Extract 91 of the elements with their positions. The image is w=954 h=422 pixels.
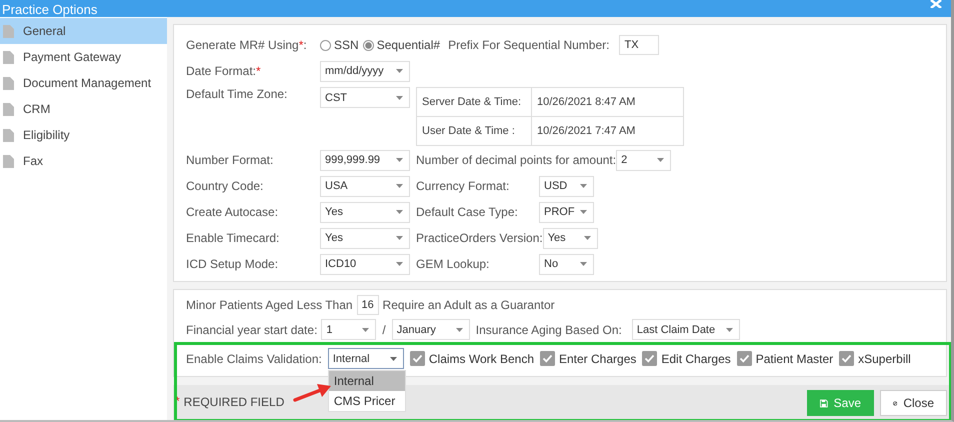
dropdown-select[interactable]: Yes	[320, 202, 410, 222]
dropdown-select[interactable]: PROF	[539, 202, 594, 222]
sidebar-item[interactable]: Eligibility	[0, 122, 167, 148]
radio-option[interactable]: Sequential#	[362, 38, 440, 52]
prefix-field[interactable]: TX	[619, 35, 660, 55]
dropdown-select[interactable]: Yes	[320, 228, 410, 248]
checkbox-icon[interactable]	[410, 351, 425, 366]
field-label: Country Code:	[186, 179, 264, 193]
field-label: PracticeOrders Version:	[416, 231, 543, 245]
separator: /	[382, 322, 386, 336]
document-icon	[3, 76, 14, 90]
date-format-select[interactable]: mm/dd/yyyy	[320, 60, 410, 82]
caret-icon	[726, 328, 733, 332]
caret-icon	[580, 184, 587, 188]
dropdown-select[interactable]: 2	[616, 150, 672, 170]
dropdown-select[interactable]: No	[539, 254, 594, 274]
field-label: Minor Patients Aged Less Than	[186, 298, 353, 312]
caret-icon	[580, 210, 587, 214]
sidebar-item[interactable]: General	[0, 18, 167, 44]
dropdown-select[interactable]: USD	[539, 176, 594, 196]
dropdown-option[interactable]: CMS Pricer	[328, 391, 405, 411]
document-icon	[3, 128, 14, 142]
field-label: Enable Claims Validation:	[186, 352, 322, 366]
dropdown-select[interactable]: ICD10	[320, 254, 410, 274]
checkbox-option[interactable]: Patient Master	[736, 351, 834, 366]
day-select[interactable]: 1	[321, 319, 376, 340]
field-label: Number of decimal points for amount:	[416, 153, 616, 167]
document-icon	[3, 154, 14, 168]
field-label: Insurance Aging Based On:	[476, 322, 622, 336]
claims-validation-select[interactable]: Internal	[328, 348, 404, 369]
table-cell: Server Date & Time:	[416, 88, 532, 116]
field-label: Create Autocase:	[186, 205, 280, 219]
field-label: Date Format:*	[186, 64, 262, 78]
field-label: Enable Timecard:	[186, 231, 280, 245]
checkbox-option[interactable]: Claims Work Bench	[410, 351, 534, 366]
caret-icon	[456, 328, 463, 332]
caret-icon	[396, 236, 403, 240]
checkbox-option[interactable]: xSuperbill	[839, 351, 911, 366]
sidebar-item[interactable]: Fax	[0, 148, 167, 174]
table-cell: User Date & Time :	[416, 116, 532, 146]
age-field[interactable]: 16	[356, 294, 379, 314]
dropdown-select[interactable]: 999,999.99	[320, 150, 410, 170]
dropdown-select[interactable]: USA	[320, 176, 410, 196]
radio-icon[interactable]	[320, 40, 331, 50]
table-cell: 10/26/2021 8:47 AM	[532, 88, 684, 116]
close-icon[interactable]	[930, 0, 942, 8]
field-label: Number Format:	[186, 153, 274, 167]
caret-icon	[396, 184, 403, 188]
close-button[interactable]: Close	[880, 390, 947, 416]
field-label: Generate MR# Using*:	[186, 38, 308, 52]
checkbox-icon[interactable]	[839, 351, 854, 366]
caret-icon	[396, 262, 403, 266]
sidebar-item[interactable]: Document Management	[0, 70, 167, 96]
caret-icon	[396, 158, 403, 162]
field-label: Currency Format:	[416, 179, 510, 193]
time-zone-select[interactable]: CST	[320, 87, 410, 108]
caret-icon	[362, 328, 370, 332]
dropdown-select[interactable]: Yes	[542, 228, 598, 248]
caret-icon	[390, 356, 397, 360]
checkbox-icon[interactable]	[736, 351, 752, 366]
caret-icon	[396, 96, 403, 100]
checkbox-option[interactable]: Edit Charges	[642, 351, 731, 366]
caret-icon	[396, 210, 403, 214]
field-label: Default Case Type:	[416, 205, 519, 219]
document-icon	[3, 24, 14, 38]
caret-icon	[580, 262, 587, 266]
sidebar-item[interactable]: CRM	[0, 96, 167, 122]
radio-option[interactable]: SSN	[320, 38, 359, 52]
field-label: Prefix For Sequential Number:	[448, 38, 610, 52]
field-label: GEM Lookup:	[416, 257, 490, 271]
table-cell: 10/26/2021 7:47 AM	[532, 116, 684, 146]
document-icon	[3, 50, 14, 64]
field-label: Default Time Zone:	[186, 87, 288, 101]
required-field-label: REQUIRED FIELD	[184, 395, 284, 409]
sidebar-item[interactable]: Payment Gateway	[0, 44, 167, 70]
dropdown-option[interactable]: Internal	[328, 371, 405, 391]
checkbox-icon[interactable]	[642, 351, 658, 366]
field-label: ICD Setup Mode:	[186, 257, 280, 271]
field-label: Financial year start date:	[186, 322, 318, 336]
aging-select[interactable]: Last Claim Date	[632, 319, 740, 340]
checkbox-icon[interactable]	[540, 351, 555, 366]
radio-icon[interactable]	[362, 40, 374, 50]
document-icon	[3, 102, 14, 116]
window-title: Practice Options	[2, 2, 98, 17]
caret-icon	[584, 236, 591, 240]
month-select[interactable]: January	[392, 319, 470, 340]
pointer-arrow-icon	[293, 381, 333, 403]
caret-icon	[396, 69, 403, 73]
caret-icon	[657, 158, 664, 162]
checkbox-option[interactable]: Enter Charges	[540, 351, 636, 366]
field-label: Require an Adult as a Guarantor	[382, 298, 555, 312]
